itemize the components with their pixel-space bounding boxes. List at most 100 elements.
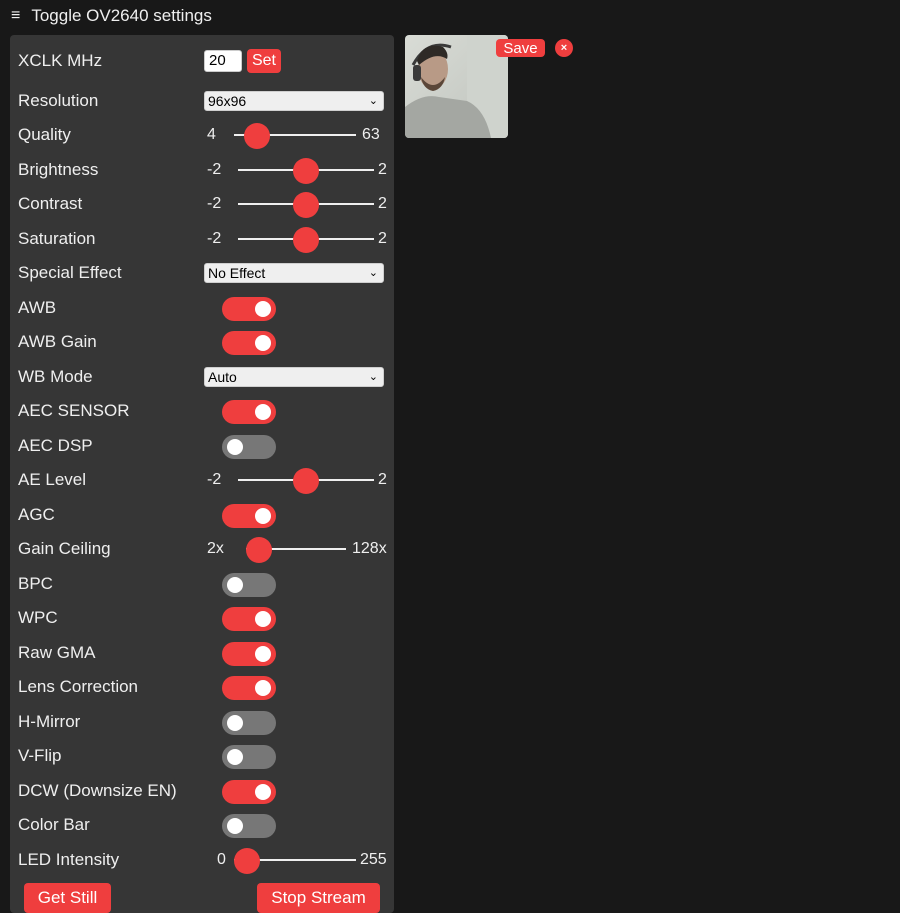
resolution-value: 96x96 [208,93,247,109]
raw-gma-row: Raw GMA [18,639,388,667]
lens-correction-label: Lens Correction [18,677,139,696]
xclk-label: XCLK MHz [18,51,103,70]
ae-level-control: -2 2 [204,466,388,494]
contrast-row: Contrast -2 2 [18,190,388,218]
brightness-control: -2 2 [204,156,388,184]
saturation-min: -2 [207,230,222,247]
hamburger-icon: ≡ [11,7,21,24]
special-effect-row: Special Effect No Effect ⌄ [18,259,388,287]
camera-frame-graphic [405,35,508,138]
chevron-down-icon: ⌄ [368,267,378,279]
wb-mode-label: WB Mode [18,367,93,386]
bpc-row: BPC [18,570,388,598]
v-flip-row: V-Flip [18,742,388,770]
awb-control [204,294,388,322]
xclk-input[interactable]: 20 [204,50,242,72]
gain-ceiling-control: 2x 128x [204,535,388,563]
led-intensity-slider-thumb[interactable] [234,848,260,874]
wpc-control [204,604,388,632]
awb-switch[interactable] [222,297,276,321]
chevron-down-icon: ⌄ [368,95,378,107]
awb-gain-switch[interactable] [222,331,276,355]
stop-stream-button[interactable]: Stop Stream [257,883,380,913]
gain-ceiling-min: 2x [207,540,224,557]
brightness-label: Brightness [18,160,99,179]
color-bar-switch[interactable] [222,814,276,838]
awb-gain-row: AWB Gain [18,328,388,356]
xclk-row: XCLK MHz 20 Set [18,47,388,75]
ae-level-label: AE Level [18,470,87,489]
v-flip-switch[interactable] [222,745,276,769]
gain-ceiling-label: Gain Ceiling [18,539,111,558]
agc-switch[interactable] [222,504,276,528]
aec-dsp-label: AEC DSP [18,436,93,455]
ae-level-min: -2 [207,471,222,488]
switch-knob [255,301,271,317]
menu-toggle-title: Toggle OV2640 settings [31,6,212,25]
quality-slider-thumb[interactable] [243,123,270,149]
wpc-switch[interactable] [222,607,276,631]
bpc-switch[interactable] [222,573,276,597]
quality-row: Quality 4 63 [18,121,388,149]
special-effect-label: Special Effect [18,263,122,282]
raw-gma-control [204,639,388,667]
awb-gain-label: AWB Gain [18,332,97,351]
contrast-max: 2 [378,195,387,212]
xclk-set-button[interactable]: Set [247,49,281,73]
awb-label: AWB [18,298,57,317]
aec-dsp-switch[interactable] [222,435,276,459]
led-intensity-row: LED Intensity 0 255 [18,846,388,874]
led-intensity-min: 0 [217,851,226,868]
resolution-control: 96x96 ⌄ [204,87,388,115]
wb-mode-row: WB Mode Auto ⌄ [18,363,388,391]
aec-sensor-row: AEC SENSOR [18,397,388,425]
bpc-control [204,570,388,598]
lens-correction-row: Lens Correction [18,673,388,701]
raw-gma-switch[interactable] [222,642,276,666]
aec-sensor-label: AEC SENSOR [18,401,130,420]
special-effect-select[interactable]: No Effect ⌄ [204,263,384,283]
ae-level-row: AE Level -2 2 [18,466,388,494]
saturation-slider-thumb[interactable] [293,227,319,253]
contrast-slider-thumb[interactable] [293,192,319,218]
ae-level-max: 2 [378,471,387,488]
h-mirror-switch[interactable] [222,711,276,735]
saturation-row: Saturation -2 2 [18,225,388,253]
resolution-row: Resolution 96x96 ⌄ [18,87,388,115]
v-flip-control [204,742,388,770]
wb-mode-value: Auto [208,369,237,385]
gain-ceiling-slider-thumb[interactable] [246,537,272,563]
get-still-button[interactable]: Get Still [24,883,111,913]
quality-control: 4 63 [204,121,388,149]
switch-knob [255,680,271,696]
switch-knob [227,439,243,455]
led-intensity-control: 0 255 [204,846,388,874]
gain-ceiling-max: 128x [352,540,387,557]
awb-gain-control [204,328,388,356]
lens-correction-control [204,673,388,701]
awb-row: AWB [18,294,388,322]
switch-knob [227,577,243,593]
led-intensity-label: LED Intensity [18,850,120,869]
contrast-control: -2 2 [204,190,388,218]
quality-max: 63 [362,126,380,143]
resolution-select[interactable]: 96x96 ⌄ [204,91,384,111]
brightness-slider-thumb[interactable] [293,158,319,184]
settings-menu-toggle[interactable]: ≡ Toggle OV2640 settings [0,0,212,32]
agc-label: AGC [18,505,55,524]
v-flip-label: V-Flip [18,746,62,765]
aec-sensor-switch[interactable] [222,400,276,424]
save-still-button[interactable]: Save [496,39,545,57]
dcw-control [204,777,388,805]
wb-mode-control: Auto ⌄ [204,363,388,391]
dcw-switch[interactable] [222,780,276,804]
close-icon[interactable]: × [555,39,573,57]
wpc-label: WPC [18,608,58,627]
settings-panel: XCLK MHz 20 Set Resolution 96x96 ⌄ Quali… [10,35,394,913]
wb-mode-select[interactable]: Auto ⌄ [204,367,384,387]
saturation-label: Saturation [18,229,96,248]
lens-correction-switch[interactable] [222,676,276,700]
switch-knob [255,335,271,351]
app-root: ≡ Toggle OV2640 settings XCLK MHz 20 Set… [0,0,900,913]
ae-level-slider-thumb[interactable] [293,468,319,494]
